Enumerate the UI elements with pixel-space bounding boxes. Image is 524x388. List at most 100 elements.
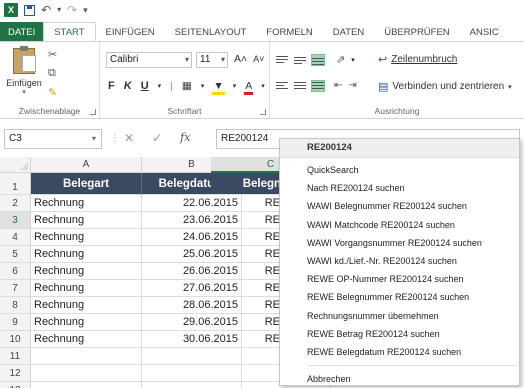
merge-cells-icon: ▤	[378, 81, 389, 93]
table-cell[interactable]: Rechnung	[31, 229, 142, 246]
font-color-icon[interactable]: A	[244, 80, 254, 95]
increase-indent-icon[interactable]: ⇥	[348, 80, 356, 91]
font-name-select[interactable]: Calibri ▾	[106, 52, 192, 68]
row-header-4[interactable]: 4	[0, 229, 31, 246]
row-header-11[interactable]: 11	[0, 348, 31, 365]
name-box[interactable]: C3 ▾	[4, 129, 102, 149]
copy-icon[interactable]: ⧉	[48, 67, 57, 80]
orientation-icon[interactable]: ⇗	[336, 53, 345, 66]
font-launcher-icon[interactable]	[260, 109, 266, 115]
empty-cell[interactable]	[31, 365, 142, 382]
context-menu-item[interactable]: WAWI Belegnummer RE200124 suchen	[280, 197, 519, 215]
tab-formeln[interactable]: FORMELN	[256, 22, 322, 42]
dropdown-arrow-icon[interactable]: ▾	[57, 3, 61, 17]
context-menu-item[interactable]: REWE Belegnummer RE200124 suchen	[280, 288, 519, 306]
title-bar: X ↶ ▾ ↷ ▾	[0, 0, 524, 20]
clipboard-group: Einfügen ▾ ✂ ⧉ ✎ Zwischenablage	[0, 42, 100, 118]
italic-button[interactable]: K	[124, 80, 132, 92]
chevron-down-icon[interactable]: ▾	[233, 82, 237, 90]
align-center-icon[interactable]	[294, 81, 306, 91]
align-bottom-icon[interactable]	[311, 53, 325, 66]
row-header-2[interactable]: 2	[0, 195, 31, 212]
grow-font-button[interactable]: A˄	[234, 53, 247, 65]
align-middle-icon[interactable]	[294, 55, 306, 65]
select-all-corner[interactable]	[0, 157, 31, 173]
context-menu-item[interactable]: QuickSearch	[280, 161, 519, 179]
column-header-a[interactable]: A	[31, 157, 142, 173]
align-top-icon[interactable]	[276, 55, 288, 65]
align-left-icon[interactable]	[276, 81, 288, 91]
row-header-12[interactable]: 12	[0, 365, 31, 382]
tab-ansic[interactable]: ANSIC	[460, 22, 509, 42]
chevron-down-icon[interactable]: ▾	[158, 82, 162, 90]
tab-daten[interactable]: DATEN	[323, 22, 375, 42]
context-menu-item[interactable]: WAWI kd./Lief.-Nr. RE200124 suchen	[280, 252, 519, 270]
chevron-down-icon: ▾	[508, 83, 512, 91]
row-header-3[interactable]: 3	[0, 212, 31, 229]
empty-cell[interactable]	[31, 382, 142, 388]
borders-icon[interactable]: ▦	[182, 80, 192, 92]
clipboard-launcher-icon[interactable]	[90, 109, 96, 115]
row-header-13[interactable]: 13	[0, 382, 31, 388]
context-menu-item[interactable]: REWE Betrag RE200124 suchen	[280, 325, 519, 343]
tab-überprüfen[interactable]: ÜBERPRÜFEN	[374, 22, 459, 42]
table-cell[interactable]: Rechnung	[31, 246, 142, 263]
empty-cell[interactable]	[31, 348, 142, 365]
wrap-text-button[interactable]: ↩ Zeilenumbruch	[378, 53, 457, 66]
table-header-cell[interactable]: Belegart	[31, 173, 142, 195]
name-box-value: C3	[9, 133, 22, 144]
row-header-7[interactable]: 7	[0, 280, 31, 297]
redo-icon[interactable]: ↷	[67, 3, 77, 17]
tab-seitenlayout[interactable]: SEITENLAYOUT	[165, 22, 257, 42]
table-cell[interactable]: Rechnung	[31, 212, 142, 229]
context-menu-title: RE200124	[280, 139, 519, 158]
undo-icon[interactable]: ↶	[41, 3, 51, 17]
row-header-9[interactable]: 9	[0, 314, 31, 331]
format-painter-icon[interactable]: ✎	[48, 86, 57, 99]
chevron-down-icon[interactable]: ▾	[351, 56, 355, 64]
tab-datei[interactable]: DATEI	[0, 22, 44, 42]
context-menu-cancel[interactable]: Abbrechen	[280, 370, 519, 388]
decrease-indent-icon[interactable]: ⇤	[334, 80, 342, 91]
context-menu-item[interactable]: REWE OP-Nummer RE200124 suchen	[280, 270, 519, 288]
row-header-5[interactable]: 5	[0, 246, 31, 263]
paste-button[interactable]: Einfügen ▾	[4, 46, 44, 100]
alignment-group: ⇗ ▾ ↩ Zeilenumbruch ⇤ ⇥ ▤ Verbinden und …	[270, 42, 524, 118]
alignment-group-label: Ausrichtung	[374, 106, 420, 116]
merge-center-label: Verbinden und zentrieren	[392, 81, 505, 92]
font-size-select[interactable]: 11 ▾	[196, 52, 228, 68]
table-cell[interactable]: Rechnung	[31, 331, 142, 348]
table-cell[interactable]: Rechnung	[31, 314, 142, 331]
context-menu-item[interactable]: Nach RE200124 suchen	[280, 179, 519, 197]
row-header-1[interactable]: 1	[0, 173, 31, 195]
align-right-icon[interactable]	[311, 79, 325, 92]
cancel-icon[interactable]: ✕	[124, 131, 134, 145]
tab-einfügen[interactable]: EINFÜGEN	[96, 22, 165, 42]
clipboard-group-label: Zwischenablage	[18, 106, 81, 116]
row-header-10[interactable]: 10	[0, 331, 31, 348]
context-menu-item[interactable]: WAWI Matchcode RE200124 suchen	[280, 216, 519, 234]
row-header-6[interactable]: 6	[0, 263, 31, 280]
context-menu-item[interactable]: Rechnungsnummer übernehmen	[280, 307, 519, 325]
context-menu-item[interactable]: WAWI Vorgangsnummer RE200124 suchen	[280, 234, 519, 252]
customize-toolbar-icon[interactable]: ▾	[83, 3, 88, 17]
table-cell[interactable]: Rechnung	[31, 263, 142, 280]
insert-function-icon[interactable]: fx	[180, 131, 190, 145]
tab-start[interactable]: START	[43, 22, 96, 43]
chevron-down-icon[interactable]: ▾	[201, 82, 205, 90]
save-icon[interactable]	[24, 4, 35, 16]
ribbon: Einfügen ▾ ✂ ⧉ ✎ Zwischenablage Calibri …	[0, 41, 524, 119]
cut-icon[interactable]: ✂	[48, 48, 57, 61]
underline-button[interactable]: U	[141, 80, 149, 92]
shrink-font-button[interactable]: A˅	[253, 54, 264, 64]
row-header-8[interactable]: 8	[0, 297, 31, 314]
chevron-down-icon[interactable]: ▾	[261, 82, 265, 90]
bold-button[interactable]: F	[108, 80, 115, 92]
table-cell[interactable]: Rechnung	[31, 195, 142, 212]
fill-color-icon[interactable]: ▼	[212, 80, 226, 95]
table-cell[interactable]: Rechnung	[31, 297, 142, 314]
enter-icon[interactable]: ✓	[152, 131, 162, 145]
context-menu-item[interactable]: REWE Belegdatum RE200124 suchen	[280, 343, 519, 361]
table-cell[interactable]: Rechnung	[31, 280, 142, 297]
merge-center-button[interactable]: ▤ Verbinden und zentrieren ▾	[378, 80, 512, 93]
